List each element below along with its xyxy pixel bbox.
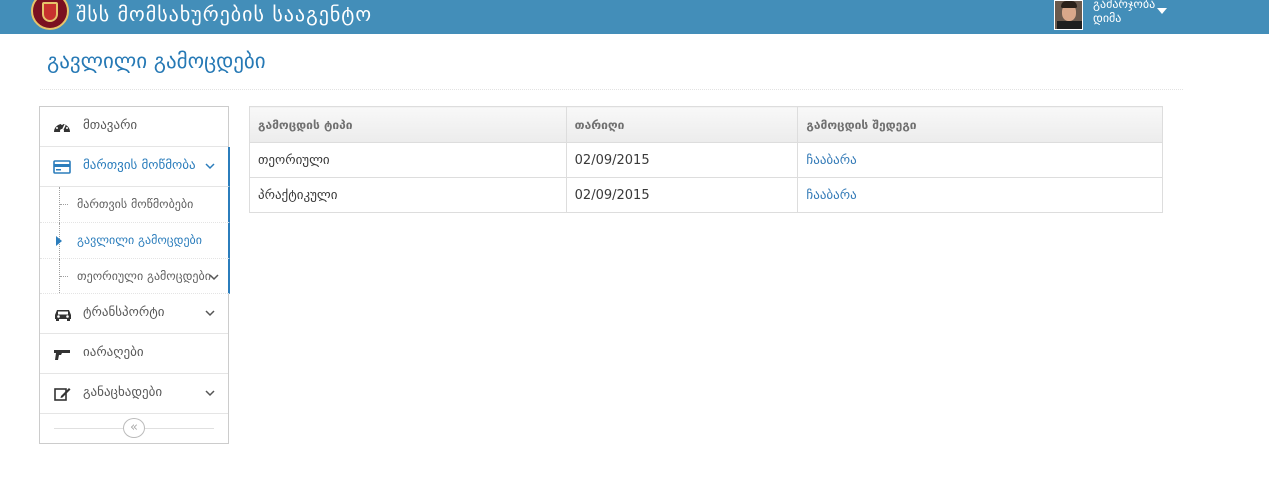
column-header-date[interactable]: თარიღი — [566, 106, 799, 143]
sidebar-collapse-bar: « — [40, 415, 228, 444]
table-row: თეორიული 02/09/2015 ჩააბარა — [249, 142, 1163, 178]
column-header-result[interactable]: გამოცდის შედეგი — [797, 106, 1163, 143]
sidebar-item-transport[interactable]: ტრანსპორტი — [40, 294, 228, 334]
sidebar-item-weapons[interactable]: იარაღები — [40, 334, 228, 374]
user-name: დიმა — [1093, 11, 1122, 25]
sidebar-item-label: მართვის მოწმობა — [83, 158, 196, 173]
caret-right-icon — [56, 236, 62, 246]
caret-down-icon[interactable] — [1157, 8, 1167, 14]
divider — [40, 89, 1183, 90]
exams-table: გამოცდის ტიპი თარიღი გამოცდის შედეგი თეო… — [249, 106, 1163, 213]
exam-result-cell: ჩააბარა — [797, 142, 1163, 178]
emblem-logo[interactable] — [31, 0, 69, 30]
submenu-item-licenses[interactable]: მართვის მოწმობები — [40, 187, 230, 223]
table-row: პრაქტიკული 02/09/2015 ჩააბარა — [249, 177, 1163, 213]
page-title: გავლილი გამოცდები — [47, 49, 266, 73]
pistol-icon — [54, 350, 70, 360]
sidebar-item-label: იარაღები — [83, 345, 144, 360]
edit-icon — [54, 388, 71, 401]
double-chevron-left-icon[interactable]: « — [123, 418, 145, 438]
sidebar-item-label: განაცხადები — [83, 385, 163, 400]
car-icon — [55, 310, 71, 321]
user-greeting: გამარჯობა — [1093, 0, 1156, 11]
sidebar-item-home[interactable]: მთავარი — [40, 107, 228, 147]
exam-result-cell: ჩააბარა — [797, 177, 1163, 213]
table-header-row: გამოცდის ტიპი თარიღი გამოცდის შედეგი — [249, 106, 1163, 143]
submenu-item-label: მართვის მოწმობები — [77, 197, 194, 211]
exam-type-cell: პრაქტიკული — [249, 177, 567, 213]
user-menu[interactable]: გამარჯობა დიმა — [1093, 0, 1155, 25]
submenu-item-passed-exams[interactable]: გავლილი გამოცდები — [40, 223, 230, 259]
sidebar-item-label: მთავარი — [83, 118, 138, 133]
exam-date-cell: 02/09/2015 — [566, 142, 799, 178]
chevron-down-icon — [205, 310, 215, 317]
avatar[interactable] — [1054, 0, 1083, 30]
dashboard-icon — [54, 123, 70, 133]
top-navbar: შსს მომსახურების სააგენტო გამარჯობა დიმა — [0, 0, 1269, 34]
sidebar-item-label: ტრანსპორტი — [83, 305, 165, 320]
credit-card-icon — [53, 160, 71, 174]
chevron-down-icon — [205, 390, 215, 397]
exam-type-cell: თეორიული — [249, 142, 567, 178]
sidebar-item-applications[interactable]: განაცხადები — [40, 374, 228, 414]
sidebar-item-license[interactable]: მართვის მოწმობა — [40, 147, 230, 187]
chevron-down-icon — [205, 163, 215, 170]
submenu-item-theory-exams[interactable]: თეორიული გამოცდები — [40, 259, 230, 295]
sidebar: მთავარი მართვის მოწმობა მართვის მოწმობებ… — [39, 106, 230, 444]
chevron-down-icon — [209, 274, 219, 281]
submenu-item-label: გავლილი გამოცდები — [77, 233, 202, 247]
exam-result-link[interactable]: ჩააბარა — [806, 153, 856, 168]
submenu-item-label: თეორიული გამოცდები — [77, 269, 211, 283]
brand-title[interactable]: შსს მომსახურების სააგენტო — [76, 2, 372, 26]
exam-date-cell: 02/09/2015 — [566, 177, 799, 213]
exam-result-link[interactable]: ჩააბარა — [806, 188, 856, 203]
column-header-type[interactable]: გამოცდის ტიპი — [249, 106, 567, 143]
